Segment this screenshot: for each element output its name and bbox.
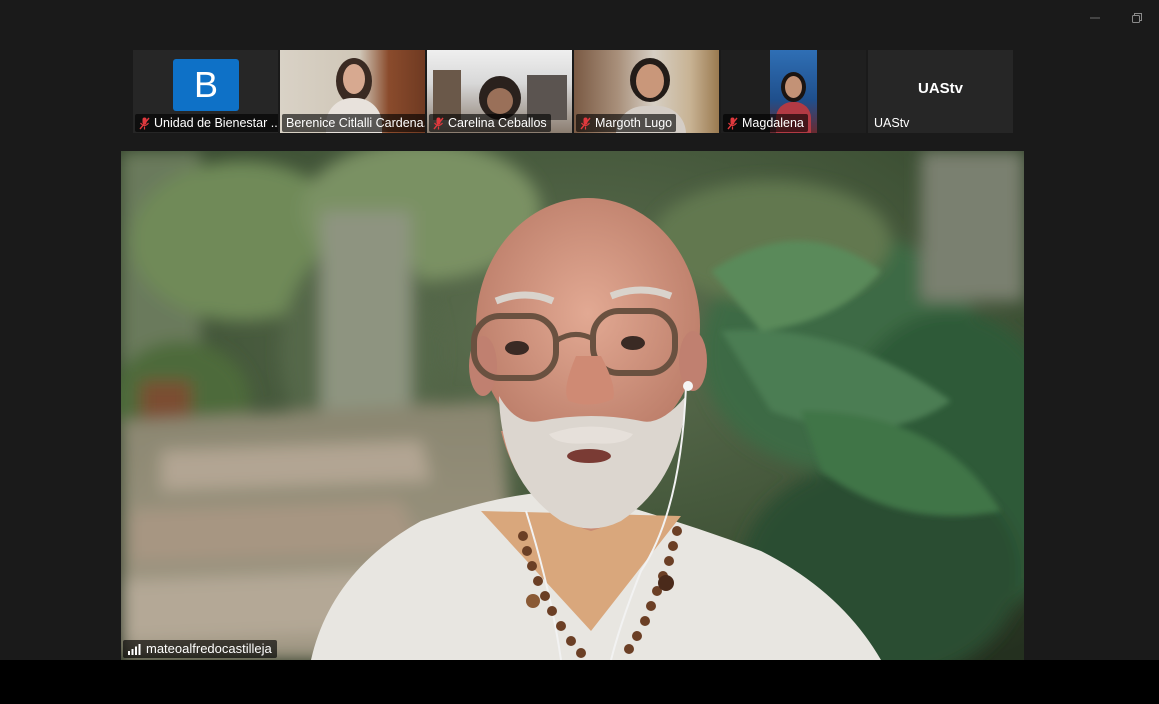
bottom-bar (0, 660, 1159, 704)
participant-strip: B Unidad de Bienestar ... Berenice Citla… (133, 50, 1013, 133)
restore-button[interactable] (1129, 10, 1145, 26)
participant-name-label: Berenice Citlalli Cardena... (282, 114, 425, 132)
muted-mic-icon (727, 117, 738, 129)
participant-tile[interactable]: UAStv UAStv (868, 50, 1013, 133)
participant-name: UAStv (874, 116, 910, 130)
participant-tile[interactable]: Berenice Citlalli Cardena... (280, 50, 425, 133)
active-speaker-label: mateoalfredocastilleja (123, 640, 277, 658)
muted-mic-icon (139, 117, 150, 129)
active-speaker-video[interactable]: mateoalfredocastilleja (121, 151, 1024, 660)
participant-name: Unidad de Bienestar ... (154, 116, 278, 130)
participant-tile[interactable]: B Unidad de Bienestar ... (133, 50, 278, 133)
participant-tile[interactable]: Carelina Ceballos (427, 50, 572, 133)
video-meeting-window: B Unidad de Bienestar ... Berenice Citla… (0, 0, 1159, 704)
signal-bars-icon (128, 643, 141, 655)
muted-mic-icon (433, 117, 444, 129)
minimize-icon (1090, 17, 1100, 19)
participant-name-label: Magdalena (723, 114, 808, 132)
avatar: B (173, 59, 239, 111)
participant-name-label: Carelina Ceballos (429, 114, 551, 132)
participant-name: Berenice Citlalli Cardena... (286, 116, 425, 130)
participant-tile[interactable]: Margoth Lugo (574, 50, 719, 133)
active-speaker-name: mateoalfredocastilleja (146, 641, 272, 656)
participant-tile[interactable]: Magdalena (721, 50, 866, 133)
participant-tile-title: UAStv (917, 80, 963, 97)
participant-name-label: Margoth Lugo (576, 114, 677, 132)
speaker-video-frame (121, 151, 1024, 660)
muted-mic-icon (580, 117, 591, 129)
participant-name-label: Unidad de Bienestar ... (135, 114, 278, 132)
minimize-button[interactable] (1087, 10, 1103, 26)
participant-name: Margoth Lugo (595, 116, 673, 130)
restore-icon (1132, 13, 1142, 23)
participant-name-label: UAStv (870, 114, 913, 132)
window-controls (1087, 10, 1145, 26)
participant-name: Magdalena (742, 116, 804, 130)
participant-name: Carelina Ceballos (448, 116, 547, 130)
